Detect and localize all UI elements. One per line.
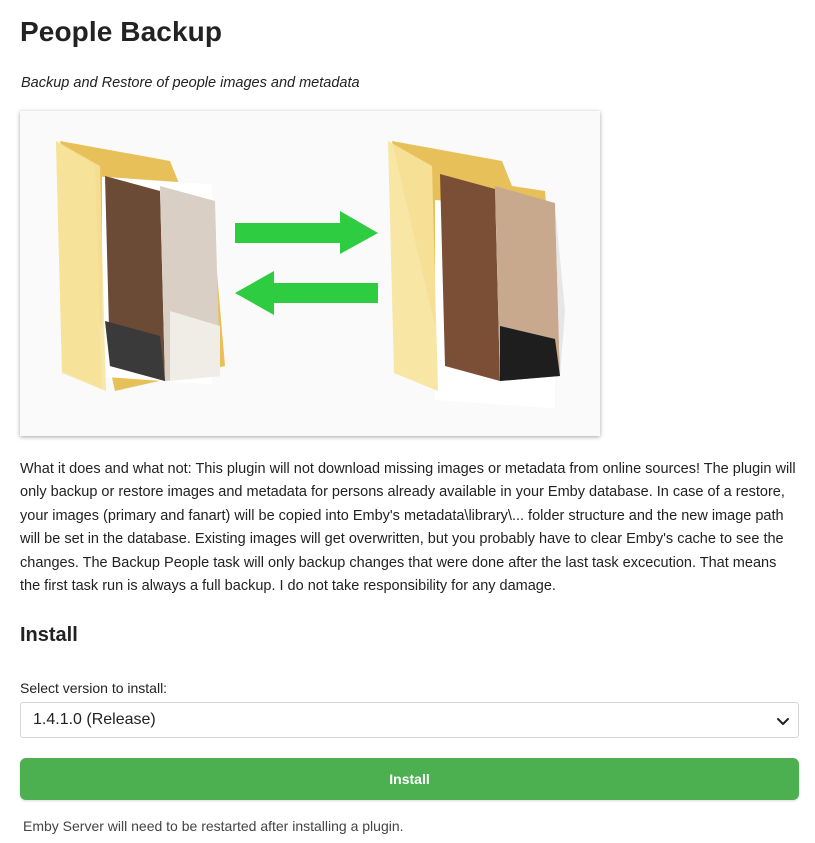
restart-note: Emby Server will need to be restarted af… (23, 818, 404, 834)
version-select-value: 1.4.1.0 (Release) (33, 711, 156, 728)
install-button[interactable]: Install (20, 758, 799, 800)
page-title: People Backup (20, 16, 223, 47)
plugin-description: What it does and what not: This plugin w… (20, 461, 796, 595)
page-subtitle: Backup and Restore of people images and … (21, 75, 360, 91)
plugin-hero-image (20, 111, 600, 436)
install-section-title: Install (20, 624, 78, 646)
version-select[interactable]: 1.4.1.0 (Release) (20, 702, 799, 738)
version-select-label: Select version to install: (20, 680, 168, 696)
arrow-right-icon (235, 211, 378, 254)
chevron-down-icon (777, 718, 789, 725)
folder-icon (388, 141, 565, 409)
folder-icon (56, 141, 225, 391)
arrow-left-icon (235, 271, 378, 315)
backup-restore-illustration (56, 141, 565, 409)
